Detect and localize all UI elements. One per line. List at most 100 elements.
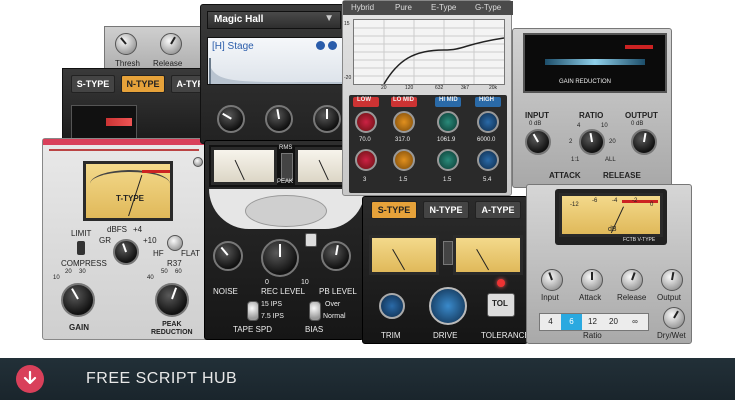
gain-label: GAIN [69,323,89,332]
low-q-value: 3 [363,177,367,183]
download-button[interactable] [16,365,44,393]
gain-scale-20: 20 [65,269,72,275]
gr-ratio-knob[interactable] [579,129,605,155]
high-q-value: 5.4 [483,177,492,183]
bias-switch[interactable] [309,301,321,321]
plus4-label: +4 [133,225,143,234]
t-type-label: T-TYPE [116,194,145,203]
normal-label: Normal [323,313,346,320]
ntype-vu-meter-right [453,235,523,275]
comp-attack-knob[interactable] [581,269,603,291]
comp-output-knob[interactable] [661,269,683,291]
high-gain-knob[interactable] [477,111,499,133]
tape-speed-label: TAPE SPD [233,325,272,334]
drive-knob[interactable] [429,287,467,325]
mode-e-type[interactable]: E-Type [431,3,456,12]
vtype-vu-meter: -12 -6 -4 -2 0 dB [559,193,663,237]
ratio-option-20[interactable]: 20 [603,314,624,330]
peak-reduction-knob[interactable] [155,283,189,317]
ratio-mark-all: ALL [605,157,616,163]
ratio-option-6[interactable]: 6 [561,314,582,330]
comp-input-label: Input [541,293,559,302]
tol-button[interactable]: TOL [487,293,515,317]
ten-label: 10 [301,279,309,286]
ntype-s-type-button[interactable]: S-TYPE [371,201,417,219]
low-freq-knob[interactable] [355,149,377,171]
gr-input-label: INPUT [525,111,549,120]
tape-speed-switch[interactable] [247,301,259,321]
ratio-mark-2: 2 [569,139,573,145]
gr-output-knob[interactable] [631,129,657,155]
lock-icon[interactable] [305,233,317,247]
lo-mid-gain-knob[interactable] [393,111,415,133]
vtype-scale-m6: -6 [592,198,598,204]
eq-ytick-7: -20 [344,75,352,81]
low-gain-knob[interactable] [355,111,377,133]
drive-label: DRIVE [433,331,458,340]
footer-bar: FREE SCRIPT HUB [0,358,735,400]
gr-release-label: RELEASE [603,171,641,180]
comp-release-knob[interactable] [621,269,643,291]
gain-reduction-panel: GAIN REDUCTION INPUT 0 dB RATIO OUTPUT 0… [512,28,672,188]
hi-mid-freq-knob[interactable] [437,149,459,171]
high-freq-knob[interactable] [477,149,499,171]
gr-output-label: OUTPUT [625,111,658,120]
ratio-mark-20: 20 [609,139,616,145]
vtype-meter-frame: -12 -6 -4 -2 0 dB FCTB V-TYPE [555,189,667,245]
settings-icon[interactable] [193,157,203,167]
gr-output-sub: 0 dB [631,121,644,127]
ntype-vu-meter-left [369,235,439,275]
trim-label: TRIM [381,331,401,340]
trim-knob[interactable] [379,293,405,319]
ntype-a-type-button[interactable]: A-TYPE [475,201,521,219]
plus10-label: +10 [143,236,157,245]
gr-input-knob[interactable] [525,129,551,155]
release-knob[interactable] [160,33,182,55]
tape-vu-meter-left [211,147,277,185]
band-hi-mid: HI MID [439,97,458,103]
high-freq-value: 6000.0 [477,137,496,143]
preset-select[interactable]: Magic Hall ▼ [207,11,341,29]
ntype-meter-switch[interactable] [443,241,453,265]
meter-mode-knob[interactable] [113,239,139,265]
gain-knob[interactable] [61,283,95,317]
reverb-knob-3[interactable] [313,105,341,133]
comp-ratio-label: Ratio [583,331,602,340]
gain-scale-30: 30 [79,269,86,275]
ratio-option-12[interactable]: 12 [582,314,603,330]
hi-mid-gain-knob[interactable] [437,111,459,133]
limit-compress-switch[interactable] [77,241,85,255]
band-low: LOW [357,97,371,103]
mode-hybrid[interactable]: Hybrid [351,3,374,12]
vtype-scale-m4: -4 [612,198,618,204]
reverb-knob-2[interactable] [265,105,293,133]
ntype-n-type-button[interactable]: N-TYPE [423,201,469,219]
eq-xtick-2: 632 [435,85,444,91]
ratio-option-4[interactable]: 4 [540,314,561,330]
reverb-knob-1[interactable] [217,105,245,133]
gain-scale-40: 40 [147,275,154,281]
hf-label: HF [153,249,164,258]
noise-knob[interactable] [213,241,243,271]
r37-label: R37 [167,259,182,268]
remove-icon[interactable] [328,41,337,50]
mode-g-type[interactable]: G-Type [475,3,501,12]
dry-wet-knob[interactable] [663,307,685,329]
mini-meter [71,105,137,139]
eq-xtick-0: 20 [381,85,387,91]
n-type-button[interactable]: N-TYPE [121,75,165,93]
add-icon[interactable] [316,41,325,50]
lo-mid-freq-knob[interactable] [393,149,415,171]
over-label: Over [325,301,341,308]
comp-input-knob[interactable] [541,269,563,291]
threshold-knob[interactable] [115,33,137,55]
s-type-button[interactable]: S-TYPE [71,75,115,93]
eq-ytick-0: 15 [344,21,350,27]
gr-input-sub: 0 dB [529,121,542,127]
pb-level-knob[interactable] [321,241,351,271]
footer-title: FREE SCRIPT HUB [86,370,238,387]
ratio-option-inf[interactable]: ∞ [624,314,646,330]
rms-peak-switch[interactable] [281,153,293,181]
rec-level-knob[interactable] [261,239,299,277]
mode-pure[interactable]: Pure [395,3,412,12]
